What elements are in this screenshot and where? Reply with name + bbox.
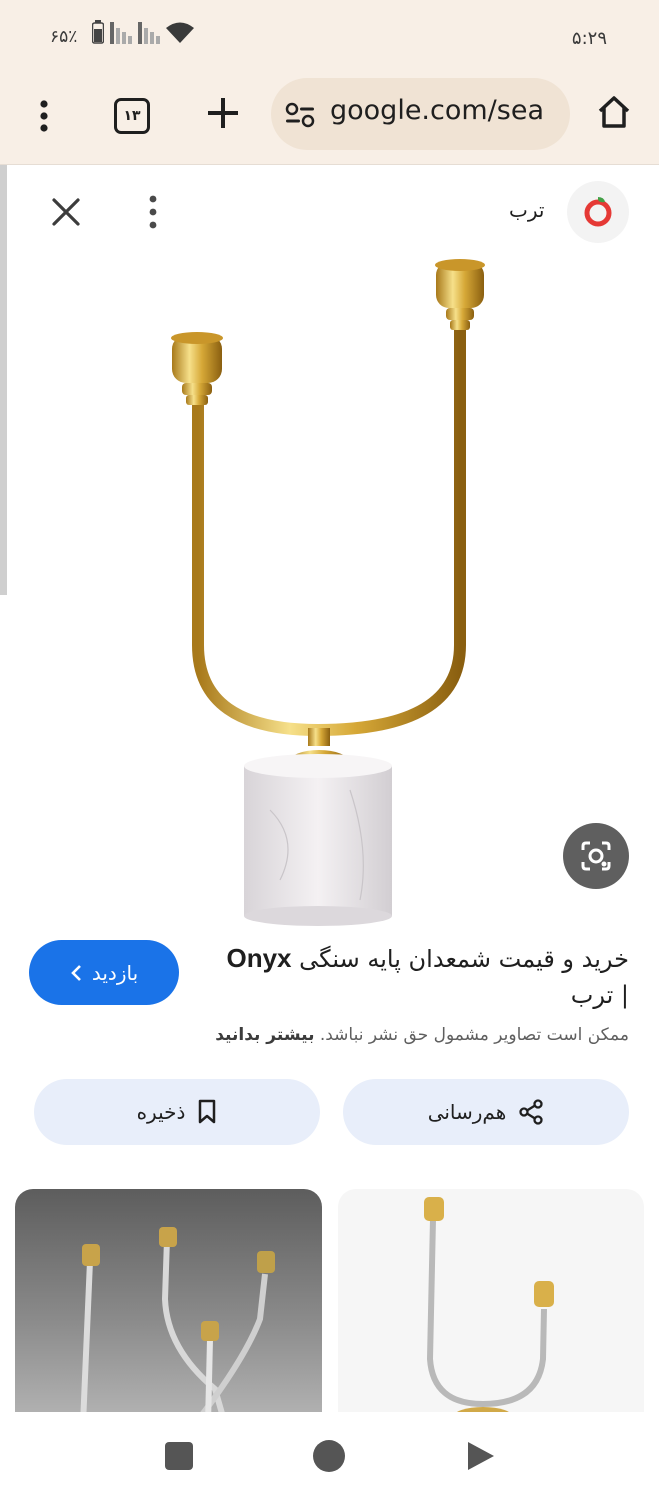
product-image[interactable] xyxy=(130,250,530,930)
title-suffix: | ترب xyxy=(570,981,629,1009)
back-icon[interactable] xyxy=(466,1440,496,1472)
system-nav-bar xyxy=(0,1412,659,1500)
source-name[interactable]: ترب xyxy=(509,198,544,222)
share-icon xyxy=(519,1099,543,1125)
site-settings-icon[interactable] xyxy=(285,102,315,128)
recents-button[interactable] xyxy=(165,1442,193,1470)
source-logo[interactable] xyxy=(567,181,629,243)
address-bar[interactable]: google.com/sea xyxy=(271,78,570,150)
clock: ۵:۲۹ xyxy=(571,28,607,49)
candelabra-gold-image xyxy=(424,1197,554,1424)
new-tab-icon[interactable] xyxy=(205,95,241,131)
related-image-2[interactable] xyxy=(338,1189,644,1424)
save-label: ذخیره xyxy=(136,1100,186,1124)
tab-switcher-button[interactable]: ۱۳ xyxy=(114,98,150,134)
browser-toolbar: ۱۳ google.com/sea xyxy=(0,78,659,165)
result-title[interactable]: خرید و قیمت شمعدان پایه سنگی Onyx | ترب xyxy=(199,940,629,1013)
bookmark-icon xyxy=(199,1099,216,1124)
status-bar: ۶۵٪ ۵:۲۹ xyxy=(0,0,659,78)
battery-percent: ۶۵٪ xyxy=(50,27,78,47)
chevron-left-icon xyxy=(71,964,81,981)
wifi-icon xyxy=(166,22,194,43)
copyright-text: ممکن است تصاویر مشمول حق نشر نباشد. xyxy=(319,1025,629,1045)
close-icon[interactable] xyxy=(48,194,84,230)
battery-icon xyxy=(92,20,104,44)
share-button[interactable]: هم‌رسانی xyxy=(343,1079,629,1145)
scroll-indicator xyxy=(0,165,7,595)
related-image-1[interactable] xyxy=(15,1189,322,1424)
torob-logo-icon xyxy=(584,197,612,227)
visit-button[interactable]: بازدید xyxy=(29,940,179,1005)
home-icon[interactable] xyxy=(596,94,632,130)
google-lens-icon xyxy=(581,841,611,871)
title-main: خرید و قیمت شمعدان پایه سنگی xyxy=(299,945,629,973)
signal-icon xyxy=(110,22,160,44)
url-text[interactable]: google.com/sea xyxy=(330,95,560,126)
visit-label: بازدید xyxy=(91,960,139,985)
lens-search-button[interactable] xyxy=(563,823,629,889)
save-button[interactable]: ذخیره xyxy=(34,1079,320,1145)
copyright-notice: ممکن است تصاویر مشمول حق نشر نباشد. بیشت… xyxy=(215,1025,629,1045)
more-options-icon[interactable] xyxy=(143,193,163,231)
home-button[interactable] xyxy=(313,1440,345,1472)
more-vert-icon[interactable] xyxy=(30,96,58,136)
title-brand: Onyx xyxy=(226,943,292,973)
learn-more-link[interactable]: بیشتر بدانید xyxy=(215,1025,314,1045)
candelabra-silver-image xyxy=(80,1227,275,1424)
share-label: هم‌رسانی xyxy=(427,1100,507,1124)
